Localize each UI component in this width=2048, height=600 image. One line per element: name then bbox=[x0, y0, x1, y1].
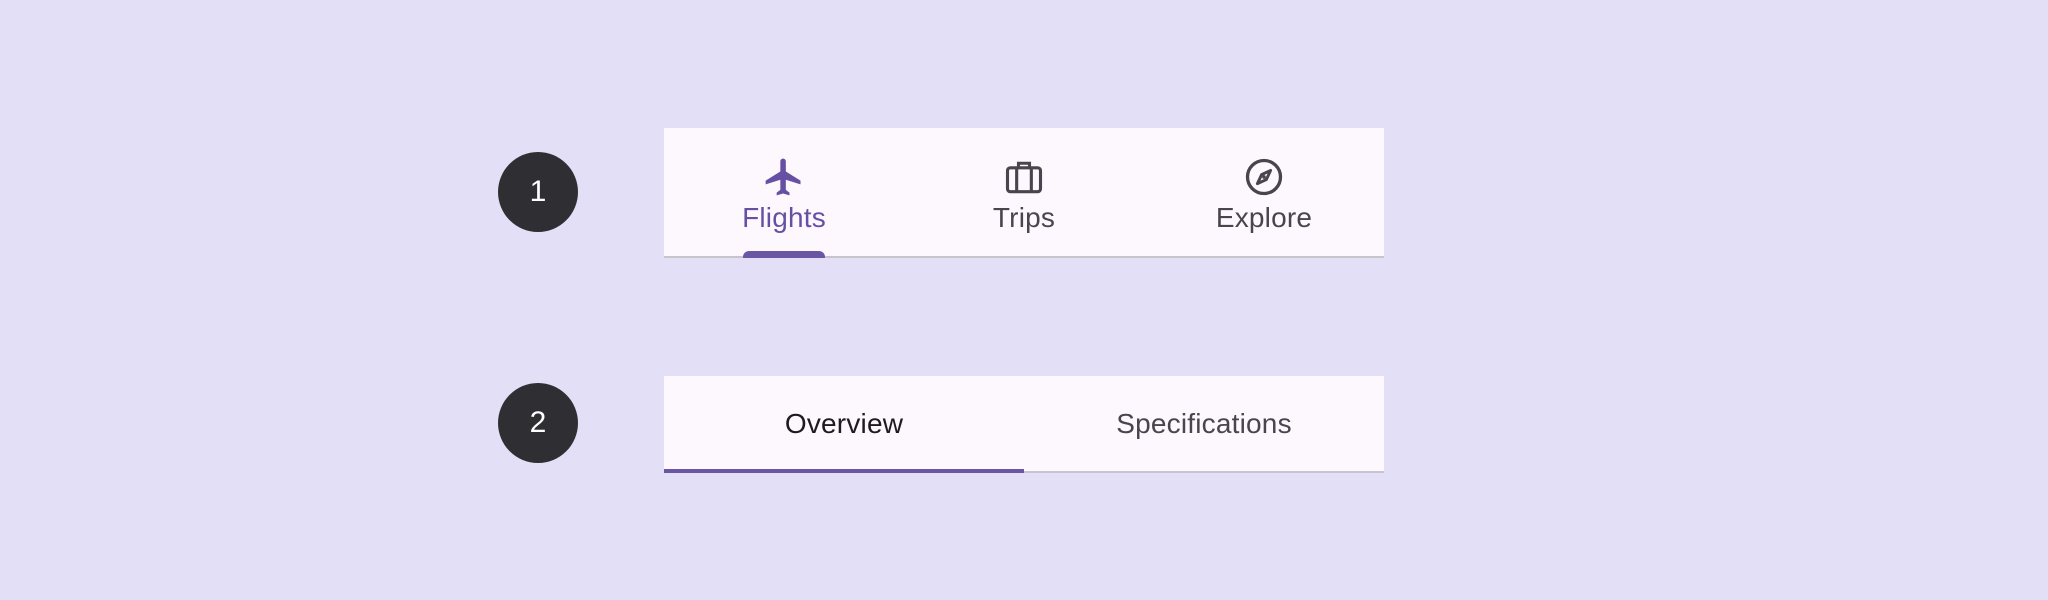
tab-explore-label: Explore bbox=[1215, 201, 1313, 233]
tab-trips[interactable]: Trips bbox=[904, 128, 1144, 256]
tab-overview-label: Overview bbox=[784, 407, 904, 439]
active-tab-underline bbox=[664, 469, 1024, 473]
tab-flights-label: Flights bbox=[742, 201, 826, 233]
step-badge-1: 1 bbox=[498, 152, 578, 232]
tab-specifications-label: Specifications bbox=[1116, 407, 1292, 439]
primary-tab-bar: Flights Trips Explore bbox=[664, 128, 1384, 258]
compass-icon bbox=[1242, 155, 1286, 199]
luggage-icon bbox=[1002, 155, 1046, 199]
tab-flights[interactable]: Flights bbox=[664, 128, 904, 258]
tab-specifications[interactable]: Specifications bbox=[1024, 376, 1384, 471]
tab-explore[interactable]: Explore bbox=[1144, 128, 1384, 256]
tab-trips-label: Trips bbox=[992, 201, 1056, 233]
secondary-tab-bar: Overview Specifications bbox=[664, 376, 1384, 473]
tab-overview[interactable]: Overview bbox=[664, 376, 1024, 473]
step-badge-2-number: 2 bbox=[529, 406, 547, 439]
step-badge-1-number: 1 bbox=[529, 175, 547, 208]
airplane-icon bbox=[762, 155, 806, 199]
active-tab-indicator bbox=[743, 251, 825, 258]
step-badge-2: 2 bbox=[498, 383, 578, 463]
